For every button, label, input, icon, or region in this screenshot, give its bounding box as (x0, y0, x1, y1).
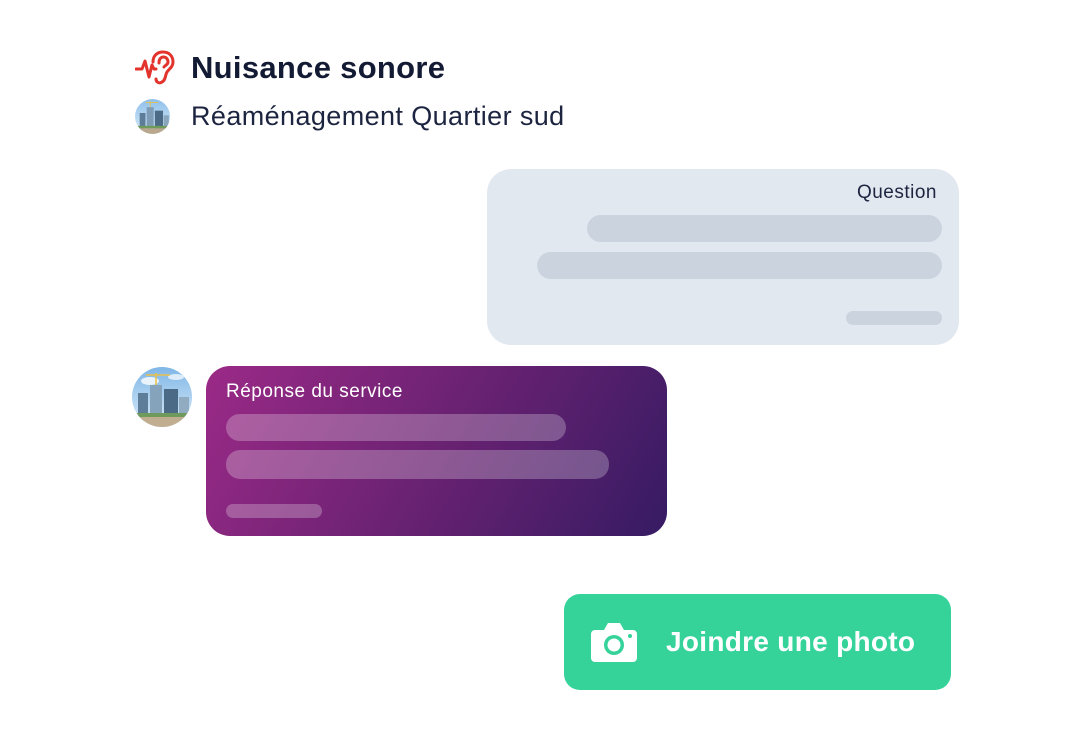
answer-text-placeholder-line (226, 450, 609, 479)
answer-meta-placeholder (226, 504, 322, 518)
title-row: Nuisance sonore (135, 46, 445, 90)
question-meta-placeholder (846, 311, 942, 325)
service-avatar (132, 367, 192, 427)
project-avatar (135, 98, 170, 134)
question-bubble: Question (487, 169, 959, 345)
attach-photo-button[interactable]: Joindre une photo (564, 594, 951, 690)
project-name: Réaménagement Quartier sud (191, 100, 565, 131)
question-label: Question (856, 182, 937, 203)
ear-sound-icon (135, 50, 175, 86)
answer-bubble: Réponse du service (206, 366, 667, 536)
answer-text-placeholder-line (226, 414, 566, 441)
project-row: Réaménagement Quartier sud (135, 96, 565, 136)
question-text-placeholder-line (537, 252, 942, 279)
question-text-placeholder-line (587, 215, 942, 242)
answer-label: Réponse du service (226, 381, 403, 402)
attach-photo-label: Joindre une photo (666, 626, 916, 657)
camera-icon (589, 620, 639, 664)
page-title: Nuisance sonore (191, 50, 446, 85)
